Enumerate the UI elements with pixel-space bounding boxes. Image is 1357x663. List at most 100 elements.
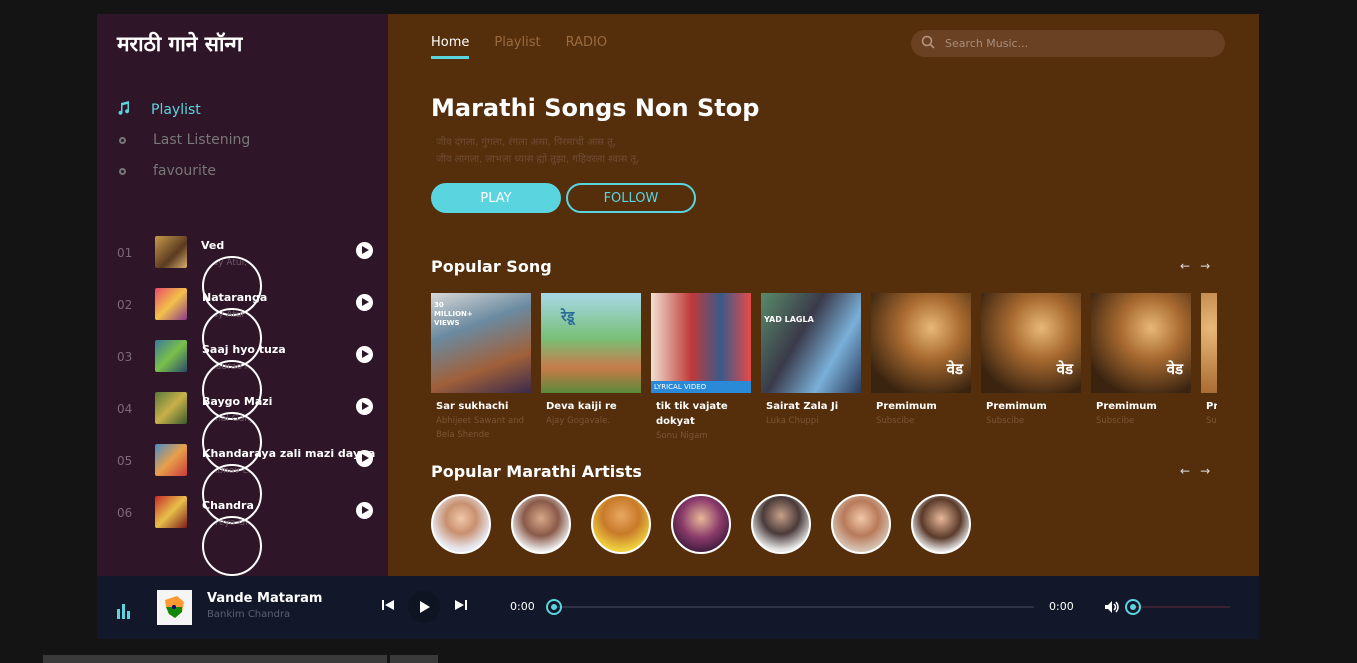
song-artist: Su	[1206, 416, 1217, 426]
arrow-right-icon[interactable]: →	[1200, 259, 1210, 273]
track-number: 06	[117, 506, 133, 520]
volume-track[interactable]	[1130, 606, 1230, 608]
song-card[interactable]: YAD LAGLA Sairat Zala Ji Luka Chuppi	[761, 293, 861, 428]
current-time: 0:00	[510, 600, 535, 613]
song-card[interactable]: 30 MILLION+ VIEWS Sar sukhachi Abhijeet …	[431, 293, 531, 442]
song-card[interactable]: वेड Premimum Subscibe	[981, 293, 1081, 428]
track-row[interactable]: 05 Khandaraya zali mazi dayna Vaibhav Lo…	[117, 444, 377, 524]
sidebar-item-label: Playlist	[151, 102, 201, 118]
track-row[interactable]: 01 Ved Ajay Atul, Shreya Ghoshal	[117, 236, 377, 316]
search-bar	[911, 30, 1225, 57]
track-thumbnail	[155, 496, 187, 528]
song-card[interactable]: वेड Premimum Subscibe	[871, 293, 971, 428]
play-icon[interactable]	[356, 242, 373, 259]
track-thumbnail	[155, 444, 187, 476]
song-title: Sar sukhachi	[436, 401, 509, 412]
app-window: मराठी गाने सॉन्ग Playlist Last Listening…	[97, 14, 1259, 639]
artist-avatar[interactable]	[751, 494, 811, 554]
artist-avatar[interactable]	[431, 494, 491, 554]
sidebar-item-last-listening[interactable]: Last Listening	[117, 132, 250, 148]
play-icon[interactable]	[356, 346, 373, 363]
play-button[interactable]: PLAY	[431, 183, 561, 213]
play-icon[interactable]	[356, 294, 373, 311]
volume-icon[interactable]	[1104, 599, 1120, 618]
track-artist: Shreya Ghoshal &Ajay-Atul	[202, 516, 262, 576]
song-cover: वेड	[1091, 293, 1191, 393]
play-icon[interactable]	[356, 398, 373, 415]
artist-avatar[interactable]	[591, 494, 651, 554]
track-row[interactable]: 03 Saaj hyo tuza Bhaurao Karhade.	[117, 340, 377, 420]
top-nav: Home Playlist RADIO	[431, 35, 607, 59]
song-card[interactable]: LYRICAL VIDEO tik tik vajate dokyat Sonu…	[651, 293, 751, 443]
now-playing-bar: Vande Mataram Bankim Chandra 0:00 0:00	[97, 576, 1259, 639]
play-pause-button[interactable]	[408, 591, 440, 623]
progress-track[interactable]	[553, 606, 1034, 608]
song-cover: LYRICAL VIDEO	[651, 293, 751, 393]
track-row[interactable]: 04 Baygo Mazi Kunal Ganjwala	[117, 392, 377, 472]
next-icon[interactable]	[454, 597, 468, 616]
song-title: Pr	[1206, 401, 1217, 412]
play-icon	[420, 601, 430, 613]
song-artist: Luka Chuppi	[766, 416, 819, 426]
artist-avatar[interactable]	[831, 494, 891, 554]
song-card[interactable]: रेडू Deva kaiji re Ajay Gogavale.	[541, 293, 641, 428]
now-playing-thumbnail	[157, 590, 192, 625]
now-playing-artist: Bankim Chandra	[207, 609, 291, 620]
previous-icon[interactable]	[381, 597, 395, 616]
track-title: Ved	[201, 239, 225, 252]
now-playing-title: Vande Mataram	[207, 591, 323, 606]
arrow-right-icon[interactable]: →	[1200, 464, 1210, 478]
cover-caption: YAD LAGLA	[764, 315, 814, 324]
cover-caption: वेड	[946, 360, 963, 378]
progress-handle[interactable]	[546, 599, 562, 615]
track-title: Chandra	[202, 499, 254, 512]
artist-avatar[interactable]	[671, 494, 731, 554]
artist-avatar[interactable]	[911, 494, 971, 554]
arrow-left-icon[interactable]: ←	[1180, 259, 1190, 273]
search-input[interactable]	[945, 37, 1205, 50]
song-title: Deva kaiji re	[546, 401, 617, 412]
taskbar-item[interactable]	[43, 655, 387, 663]
song-artist: Subscibe	[876, 416, 915, 426]
search-icon	[921, 34, 935, 53]
music-note-icon	[117, 101, 131, 119]
popular-song-heading: Popular Song	[431, 257, 552, 276]
song-title: Premimum	[986, 401, 1047, 412]
song-title: Premimum	[1096, 401, 1157, 412]
play-icon[interactable]	[356, 450, 373, 467]
tab-playlist[interactable]: Playlist	[494, 35, 540, 59]
song-card[interactable]: वेड Premimum Subscibe	[1091, 293, 1191, 428]
main-content: Home Playlist RADIO Marathi Songs Non St…	[388, 14, 1259, 576]
total-time: 0:00	[1049, 600, 1074, 613]
sidebar: मराठी गाने सॉन्ग Playlist Last Listening…	[97, 14, 388, 576]
volume-handle[interactable]	[1125, 599, 1141, 615]
popular-song-arrows: ← →	[1180, 259, 1210, 273]
track-row[interactable]: 06 Chandra Shreya Ghoshal &Ajay-Atul	[117, 496, 377, 576]
sidebar-item-favourite[interactable]: favourite	[117, 163, 216, 179]
song-cover: वेड	[871, 293, 971, 393]
cover-caption: वेड	[1056, 360, 1073, 378]
song-title: tik tik vajate dokyat	[656, 401, 728, 427]
follow-button[interactable]: FOLLOW	[566, 183, 696, 213]
arrow-left-icon[interactable]: ←	[1180, 464, 1190, 478]
track-row[interactable]: 02 Nataranga Ajay Atul	[117, 288, 377, 368]
cover-caption: रेडू	[561, 309, 575, 325]
song-cover: रेडू	[541, 293, 641, 393]
song-artist: Ajay Gogavale.	[546, 416, 611, 426]
song-cover: वेड	[981, 293, 1081, 393]
song-title: Sairat Zala Ji	[766, 401, 839, 412]
artist-avatar[interactable]	[511, 494, 571, 554]
brand-logo[interactable]: मराठी गाने सॉन्ग	[117, 30, 242, 58]
play-icon[interactable]	[356, 502, 373, 519]
tab-home[interactable]: Home	[431, 35, 470, 59]
song-card[interactable]: Pr Su	[1201, 293, 1217, 428]
song-artist: Subscibe	[1096, 416, 1135, 426]
taskbar-item[interactable]	[390, 655, 438, 663]
popular-song-carousel: 30 MILLION+ VIEWS Sar sukhachi Abhijeet …	[431, 293, 1217, 443]
tab-radio[interactable]: RADIO	[566, 35, 607, 59]
equalizer-icon[interactable]	[117, 604, 130, 619]
hero-lyrics: जीव दंगला, गुंगला, रंगला असा, पिरमाची आस…	[436, 134, 639, 168]
bullet-icon	[119, 136, 126, 144]
sidebar-item-playlist[interactable]: Playlist	[117, 101, 201, 119]
song-cover: YAD LAGLA	[761, 293, 861, 393]
